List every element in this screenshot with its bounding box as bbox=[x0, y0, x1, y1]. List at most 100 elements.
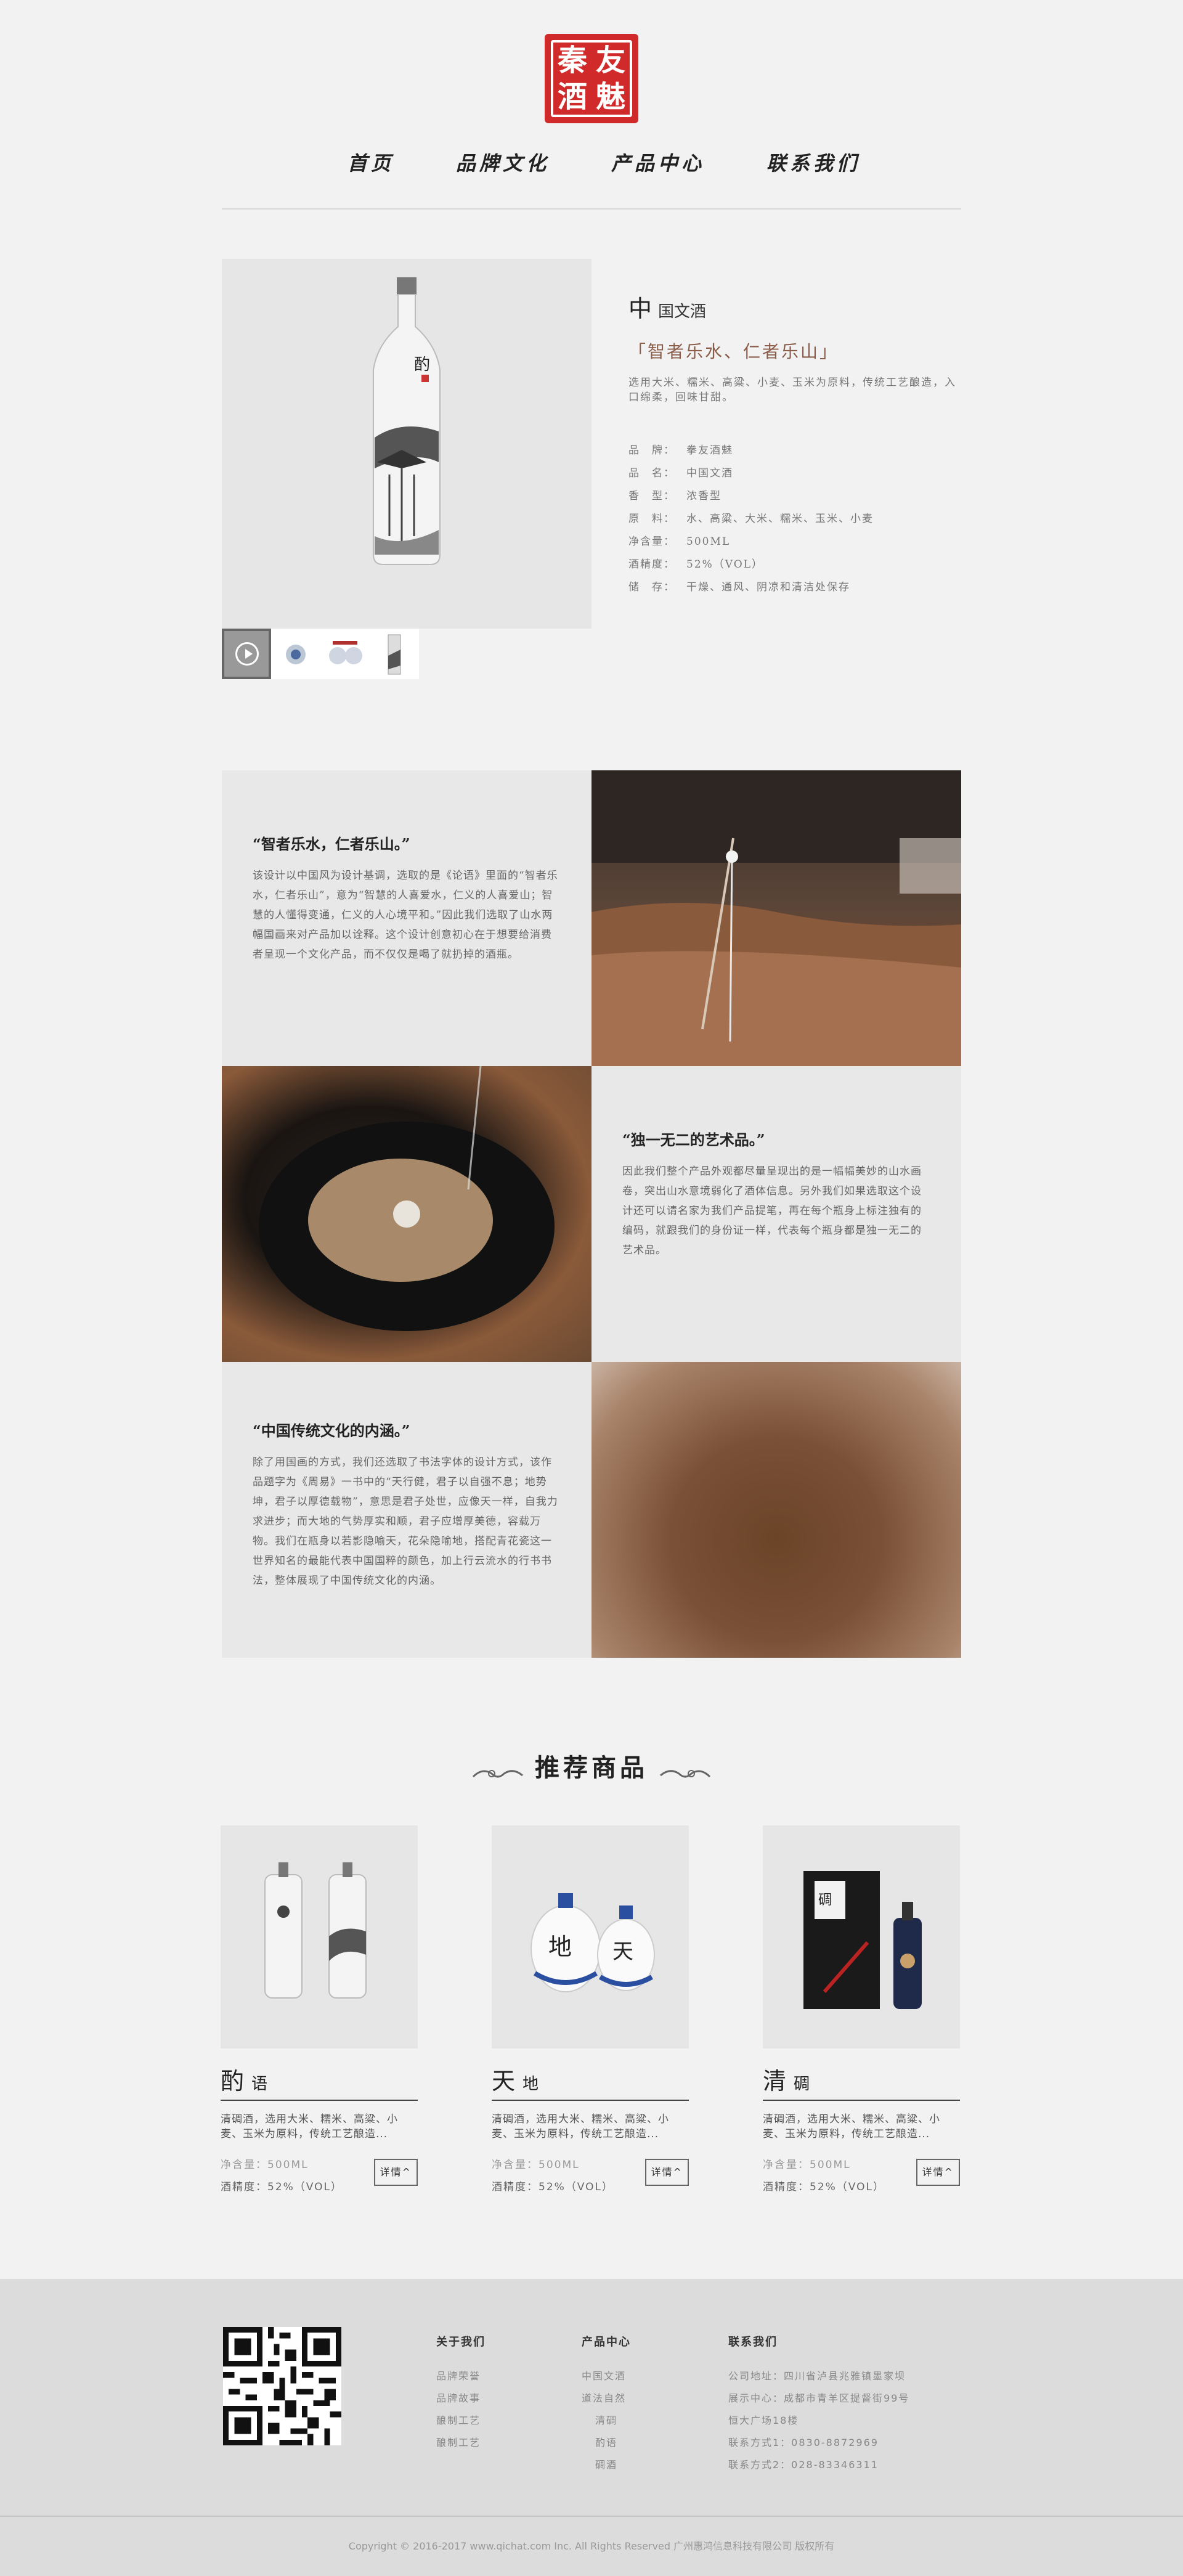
site-footer: 关于我们 品牌荣誉 品牌故事 酿制工艺 酿制工艺 产品中心 中国文酒 道法自然 … bbox=[0, 2279, 1183, 2576]
product-card-meta: 净含量：500ML 酒精度：52%（VOL） 详情^ bbox=[492, 2154, 689, 2198]
footer-link[interactable]: 酿制工艺 bbox=[436, 2432, 486, 2454]
feature-title: “智者乐水，仁者乐山。” bbox=[253, 835, 410, 853]
logo-char: 友 bbox=[595, 43, 625, 78]
spec-key: 香 型： bbox=[628, 490, 675, 502]
nav-item-home[interactable]: 首页 bbox=[348, 148, 394, 176]
product-title: 中国文酒 bbox=[628, 290, 961, 324]
product-description: 选用大米、糯米、高粱、小麦、玉米为原料，传统工艺酿造，入口绵柔，回味甘甜。 bbox=[628, 377, 956, 404]
thumbnail-1[interactable] bbox=[271, 629, 320, 679]
bowl-illustration bbox=[259, 1066, 555, 1331]
thumbnail-image bbox=[388, 634, 401, 675]
thumbnail-video[interactable] bbox=[222, 629, 271, 679]
product-card-image[interactable]: 碉 bbox=[763, 1825, 960, 2048]
spec-row: 储 存： 干燥、通风、阴凉和清洁处保存 bbox=[628, 576, 961, 599]
feature-block-2: “独一无二的艺术品。” 因此我们整个产品外观都尽量呈现出的是一幅幅美妙的山水画卷… bbox=[592, 1066, 961, 1362]
feature-text: 因此我们整个产品外观都尽量呈现出的是一幅幅美妙的山水画卷，突出山水意境弱化了酒体… bbox=[622, 1165, 922, 1257]
svg-text:碉: 碉 bbox=[818, 1893, 832, 1908]
thumbnail-image bbox=[329, 641, 362, 664]
spec-key: 酒精度： bbox=[628, 558, 675, 571]
product-card-desc: 清碉酒，选用大米、糯米、高粱、小麦、玉米为原料，传统工艺酿造... bbox=[763, 2113, 940, 2140]
cloud-ornament-icon bbox=[472, 1769, 523, 1777]
product-main-image[interactable]: 酌 bbox=[222, 259, 592, 629]
footer-contact-line: 公司地址：四川省泸县兆雅镇墨家坝 bbox=[728, 2370, 906, 2382]
spec-value: 52%（VOL） bbox=[686, 558, 763, 571]
spec-key: 品 名： bbox=[628, 467, 675, 479]
feature-text: 该设计以中国风为设计基调，选取的是《论语》里面的“智者乐水，仁者乐山”，意为“智… bbox=[253, 870, 558, 961]
product-card-desc: 清碉酒，选用大米、糯米、高粱、小麦、玉米为原料，传统工艺酿造... bbox=[221, 2113, 398, 2140]
product-card-name: 酌语 bbox=[221, 2062, 418, 2101]
product-card-name-big: 天 bbox=[492, 2068, 516, 2095]
footer-heading: 产品中心 bbox=[582, 2336, 631, 2349]
footer-link[interactable]: 品牌故事 bbox=[436, 2387, 486, 2410]
footer-products: 产品中心 中国文酒 道法自然 清碉 酌语 碉酒 bbox=[582, 2333, 631, 2476]
product-card-desc: 清碉酒，选用大米、糯米、高粱、小麦、玉米为原料，传统工艺酿造... bbox=[492, 2113, 669, 2140]
bottles-illustration bbox=[264, 1862, 367, 1999]
details-button[interactable]: 详情^ bbox=[373, 2159, 418, 2186]
feature-block-3: “中国传统文化的内涵。” 除了用国画的方式，我们还选取了书法字体的设计方式，该作… bbox=[222, 1362, 592, 1658]
footer-link[interactable]: 品牌荣誉 bbox=[436, 2365, 486, 2387]
details-button[interactable]: 详情^ bbox=[644, 2159, 689, 2186]
feature-text: 除了用国画的方式，我们还选取了书法字体的设计方式，该作品题字为《周易》一书中的“… bbox=[253, 1456, 558, 1587]
product-card[interactable]: 碉 清碉 清碉酒，选用大米、糯米、高粱、小麦、玉米为原料，传统工艺酿造... 净… bbox=[763, 1825, 960, 2198]
grain-photo bbox=[592, 1362, 961, 1658]
product-title-big: 中 bbox=[628, 295, 652, 322]
product-card-meta: 净含量：500ML 酒精度：52%（VOL） 详情^ bbox=[221, 2154, 418, 2198]
thumbnail-image bbox=[286, 645, 306, 664]
footer-contact-line: 展示中心：成都市青羊区提督街99号 bbox=[728, 2392, 910, 2404]
product-card-name-big: 清 bbox=[763, 2068, 787, 2095]
thumbnail-3[interactable] bbox=[370, 629, 419, 679]
product-card[interactable]: 酌语 清碉酒，选用大米、糯米、高粱、小麦、玉米为原料，传统工艺酿造... 净含量… bbox=[221, 1825, 418, 2198]
footer-contact: 联系我们 公司地址：四川省泸县兆雅镇墨家坝 展示中心：成都市青羊区提督街99号 … bbox=[728, 2333, 909, 2476]
product-card-name: 天地 bbox=[492, 2062, 689, 2101]
header-divider bbox=[222, 208, 961, 210]
spec-key: 储 存： bbox=[628, 581, 675, 593]
details-button[interactable]: 详情^ bbox=[916, 2159, 960, 2186]
logo-char: 秦 bbox=[557, 43, 587, 78]
spec-key: 原 料： bbox=[628, 513, 675, 525]
product-card-name: 清碉 bbox=[763, 2062, 960, 2101]
product-card-name-small: 碉 bbox=[794, 2075, 810, 2093]
spec-row: 品 牌： 拳友酒魅 bbox=[628, 439, 961, 462]
feature-title: “中国传统文化的内涵。” bbox=[253, 1422, 410, 1440]
spec-key: 品 牌： bbox=[628, 444, 675, 457]
logo-char: 魅 bbox=[595, 79, 625, 114]
footer-heading: 关于我们 bbox=[436, 2336, 486, 2349]
nav-item-contact[interactable]: 联系我们 bbox=[766, 148, 860, 176]
spec-row: 品 名： 中国文酒 bbox=[628, 462, 961, 485]
spec-row: 酒精度： 52%（VOL） bbox=[628, 553, 961, 576]
product-card-meta: 净含量：500ML 酒精度：52%（VOL） 详情^ bbox=[763, 2154, 960, 2198]
product-card[interactable]: 地 天 天地 清碉酒，选用大米、糯米、高粱、小麦、玉米为原料，传统工艺酿造...… bbox=[492, 1825, 689, 2198]
footer-link[interactable]: 道法自然 bbox=[582, 2387, 631, 2410]
footer-divider bbox=[0, 2516, 1183, 2517]
product-card-image[interactable]: 地 天 bbox=[492, 1825, 689, 2048]
product-slogan: 「智者乐水、仁者乐山」 bbox=[628, 341, 839, 362]
spec-value: 500ML bbox=[686, 536, 731, 548]
bottle-illustration: 酌 bbox=[373, 277, 441, 565]
footer-contact-line: 恒大广场18楼 bbox=[728, 2415, 799, 2426]
spec-value: 拳友酒魅 bbox=[686, 444, 733, 457]
nav-item-products[interactable]: 产品中心 bbox=[611, 148, 705, 176]
product-card-name-big: 酌 bbox=[221, 2068, 245, 2095]
qr-code bbox=[223, 2327, 341, 2445]
play-icon bbox=[235, 642, 259, 666]
feature-title: “独一无二的艺术品。” bbox=[622, 1131, 765, 1149]
porcelain-illustration: 地 天 bbox=[531, 1893, 655, 1992]
nav-item-brand-culture[interactable]: 品牌文化 bbox=[456, 148, 550, 176]
main-nav: 首页 品牌文化 产品中心 联系我们 bbox=[0, 148, 1183, 176]
footer-link[interactable]: 碉酒 bbox=[582, 2454, 631, 2476]
footer-link[interactable]: 酿制工艺 bbox=[436, 2410, 486, 2432]
product-card-image[interactable] bbox=[221, 1825, 418, 2048]
cellar-illustration bbox=[592, 770, 961, 1066]
spec-value: 水、高粱、大米、糯米、玉米、小麦 bbox=[686, 513, 874, 525]
product-thumbnails bbox=[222, 629, 419, 679]
brand-logo[interactable]: 秦 友 酒 魅 bbox=[545, 34, 638, 123]
spec-value: 中国文酒 bbox=[686, 467, 733, 479]
spec-value: 浓香型 bbox=[686, 490, 722, 502]
footer-link[interactable]: 中国文酒 bbox=[582, 2365, 631, 2387]
footer-link[interactable]: 酌语 bbox=[582, 2432, 631, 2454]
svg-text:酌: 酌 bbox=[414, 356, 430, 374]
cloud-ornament-icon bbox=[660, 1769, 711, 1777]
thumbnail-2[interactable] bbox=[320, 629, 370, 679]
footer-link[interactable]: 清碉 bbox=[582, 2410, 631, 2432]
svg-text:天: 天 bbox=[612, 1939, 633, 1964]
